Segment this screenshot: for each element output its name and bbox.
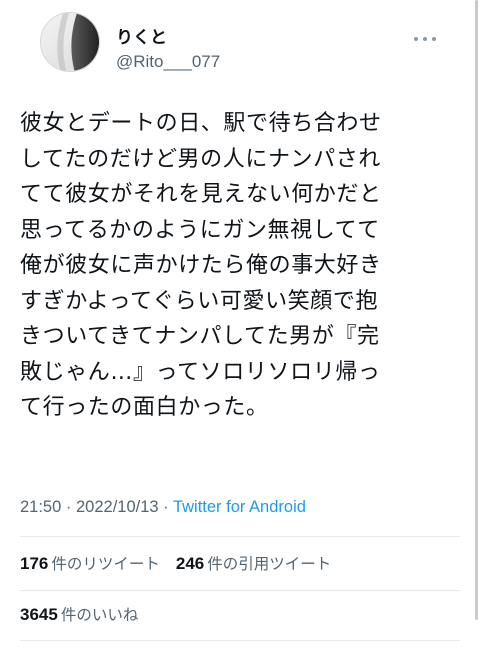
tweet-text-line: て行ったの面白かった。 xyxy=(20,395,269,420)
likes-stat[interactable]: 3645 件のいいね xyxy=(20,603,138,625)
scrollbar[interactable] xyxy=(475,0,478,620)
avatar-image xyxy=(41,13,99,71)
tweet-text-line: すぎかよってぐらい可愛い笑顔で抱 xyxy=(20,288,379,314)
dot xyxy=(414,37,418,41)
dot xyxy=(432,37,436,41)
more-horizontal-icon[interactable] xyxy=(414,34,436,44)
retweet-count: 176 xyxy=(20,554,49,573)
tweet-source-link[interactable]: Twitter for Android xyxy=(173,498,306,516)
retweet-label: 件のリツイート xyxy=(51,555,160,573)
engagement-row: 176 件のリツイート 246 件の引用ツイート xyxy=(20,552,347,574)
tweet-text-line: 彼女とデートの日、駅で待ち合わせ xyxy=(20,111,382,136)
tweet-header: りくと @Rito___077 xyxy=(20,0,460,110)
tweet-text-line: してたのだけど男の人にナンパされ xyxy=(20,146,381,172)
avatar[interactable] xyxy=(40,12,100,72)
tweet-detail: りくと @Rito___077 彼女とデートの日、駅で待ち合わせ してたのだけど… xyxy=(0,0,480,650)
tweet-time[interactable]: 21:50 xyxy=(20,498,61,516)
meta-separator: · xyxy=(65,498,76,516)
quote-label: 件の引用ツイート xyxy=(207,555,332,573)
tweet-text-line: 敗じゃん…』ってソロリソロリ帰っ xyxy=(20,359,381,385)
user-handle[interactable]: @Rito___077 xyxy=(116,50,220,74)
display-name[interactable]: りくと xyxy=(116,28,220,48)
tweet-meta: 21:50 · 2022/10/13 · Twitter for Android xyxy=(20,498,306,517)
tweet-text-line: きついてきてナンパしてた男が『完 xyxy=(20,324,380,349)
retweets-stat[interactable]: 176 件のリツイート xyxy=(20,552,160,574)
likes-row: 3645 件のいいね xyxy=(20,603,154,625)
quotes-stat[interactable]: 246 件の引用ツイート xyxy=(176,552,331,574)
divider xyxy=(20,590,460,591)
user-info[interactable]: りくと @Rito___077 xyxy=(116,28,220,74)
like-count: 3645 xyxy=(20,605,58,624)
meta-separator: · xyxy=(163,498,173,516)
divider xyxy=(20,536,460,537)
tweet-text: 彼女とデートの日、駅で待ち合わせ してたのだけど男の人にナンパされ てて彼女がそ… xyxy=(20,106,460,426)
like-label: 件のいいね xyxy=(60,606,139,624)
divider xyxy=(20,640,460,641)
dot xyxy=(423,37,427,41)
tweet-date[interactable]: 2022/10/13 xyxy=(76,498,159,516)
tweet-text-line: てて彼女がそれを見えない何かだと xyxy=(20,182,382,207)
quote-count: 246 xyxy=(175,554,205,573)
tweet-text-line: 思ってるかのようにガン無視してて xyxy=(20,217,380,243)
tweet-text-line: 俺が彼女に声かけたら俺の事大好き xyxy=(20,253,382,278)
